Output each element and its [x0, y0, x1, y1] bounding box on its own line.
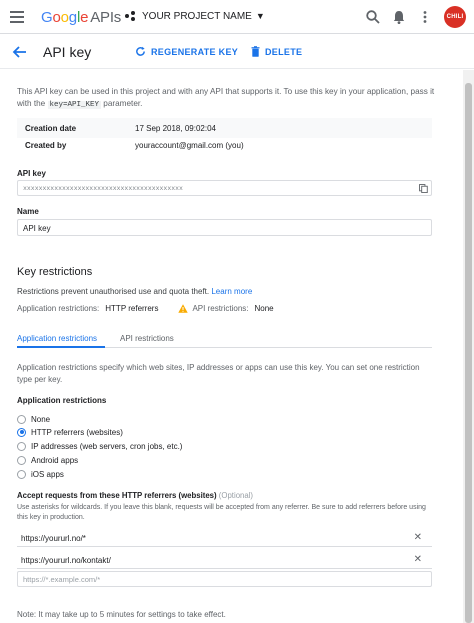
api-key-label: API key — [17, 169, 46, 178]
intro-text-after: parameter. — [101, 99, 143, 108]
copy-icon[interactable] — [419, 184, 428, 193]
radio-circle — [17, 469, 26, 479]
restrictions-description-text: Restrictions prevent unauthorised use an… — [17, 287, 210, 296]
active-tab-indicator — [17, 346, 105, 348]
new-referrer-input[interactable]: https://*.example.com/* — [17, 571, 432, 587]
name-input[interactable]: API key — [17, 219, 432, 236]
remove-icon[interactable]: ✕ — [414, 554, 422, 565]
created-by-value: youraccount@gmail.com (you) — [135, 140, 244, 150]
logo-apis-text: APIs — [90, 9, 122, 26]
created-by-label: Created by — [25, 140, 67, 150]
app-restrictions-description: Application restrictions specify which w… — [17, 363, 420, 384]
refresh-icon — [136, 46, 145, 56]
radio-circle — [17, 414, 26, 424]
tab-api-restrictions[interactable]: API restrictions — [120, 334, 174, 343]
referrer-row[interactable]: https://yoururl.no/kontakt/ ✕ — [17, 551, 432, 569]
notifications-icon[interactable] — [391, 9, 407, 25]
referrer-value: https://yoururl.no/kontakt/ — [21, 556, 111, 565]
project-dots-icon — [125, 11, 135, 21]
creation-date-label: Creation date — [25, 123, 77, 133]
referrer-row[interactable]: https://yoururl.no/* ✕ — [17, 529, 432, 547]
restrictions-tabs: Application restrictions API restriction… — [17, 330, 432, 348]
regenerate-key-label: REGENERATE KEY — [151, 46, 239, 57]
created-by-row: Created by youraccount@gmail.com (you) — [17, 135, 432, 155]
project-selector[interactable]: YOUR PROJECT NAME ▼ — [124, 10, 265, 22]
tab-application-restrictions[interactable]: Application restrictions — [17, 334, 97, 343]
app-restrictions-heading: Application restrictions — [17, 396, 107, 405]
remove-icon[interactable]: ✕ — [414, 532, 422, 543]
intro-code: key=API_KEY — [47, 101, 102, 109]
trash-icon — [251, 46, 260, 57]
top-app-bar: Google APIs YOUR PROJECT NAME ▼ CHILI — [0, 0, 474, 34]
page-toolbar: API key REGENERATE KEY DELETE — [0, 35, 474, 69]
referrers-label-text: Accept requests from these HTTP referrer… — [17, 491, 217, 500]
referrers-optional: (Optional) — [218, 491, 254, 500]
referrers-hint: Use asterisks for wildcards. If you leav… — [17, 504, 426, 521]
learn-more-link[interactable]: Learn more — [211, 287, 252, 296]
api-key-value: xxxxxxxxxxxxxxxxxxxxxxxxxxxxxxxxxxxxxxxx… — [23, 185, 183, 192]
api-restrictions-summary-value: None — [254, 304, 274, 313]
page-title: API key — [43, 44, 92, 60]
regenerate-key-button[interactable]: REGENERATE KEY — [135, 46, 238, 57]
app-restrictions-summary-label: Application restrictions: — [17, 304, 100, 313]
google-apis-logo[interactable]: Google APIs — [41, 9, 121, 26]
warning-icon — [178, 304, 189, 313]
radio-android-apps[interactable]: Android apps — [17, 454, 78, 466]
api-key-field[interactable]: xxxxxxxxxxxxxxxxxxxxxxxxxxxxxxxxxxxxxxxx… — [17, 180, 432, 196]
delete-label: DELETE — [265, 46, 303, 57]
settings-note: Note: It may take up to 5 minutes for se… — [17, 610, 226, 619]
logo-google-text: Google — [41, 9, 89, 26]
key-restrictions-title: Key restrictions — [17, 266, 93, 278]
name-label: Name — [17, 207, 39, 216]
project-name: YOUR PROJECT NAME — [142, 10, 252, 22]
radio-http-referrers[interactable]: HTTP referrers (websites) — [17, 426, 123, 438]
radio-label: iOS apps — [31, 469, 64, 479]
radio-circle-selected — [17, 427, 26, 437]
scrollbar-thumb[interactable] — [465, 83, 472, 623]
radio-label: None — [31, 414, 51, 424]
radio-ip-addresses[interactable]: IP addresses (web servers, cron jobs, et… — [17, 440, 182, 452]
delete-button[interactable]: DELETE — [251, 46, 302, 57]
radio-label: Android apps — [31, 455, 79, 465]
account-avatar[interactable]: CHILI — [444, 6, 466, 28]
radio-circle — [17, 455, 26, 465]
search-icon[interactable] — [365, 9, 381, 25]
creation-date-value: 17 Sep 2018, 09:02:04 — [135, 123, 216, 133]
radio-ios-apps[interactable]: iOS apps — [17, 468, 64, 480]
api-restrictions-summary-label: API restrictions: — [192, 304, 249, 313]
referrer-value: https://yoururl.no/* — [21, 534, 86, 543]
radio-label: IP addresses (web servers, cron jobs, et… — [31, 441, 183, 451]
restrictions-summary: Application restrictions: HTTP referrers… — [17, 304, 274, 313]
radio-none[interactable]: None — [17, 413, 50, 425]
app-restrictions-summary-value: HTTP referrers — [105, 304, 159, 313]
back-arrow-icon[interactable] — [11, 45, 27, 59]
restrictions-description: Restrictions prevent unauthorised use an… — [17, 287, 252, 296]
radio-circle — [17, 441, 26, 451]
more-vert-icon[interactable] — [417, 9, 433, 25]
intro-text: This API key can be used in this project… — [17, 86, 437, 111]
caret-down-icon: ▼ — [255, 11, 265, 21]
referrers-label: Accept requests from these HTTP referrer… — [17, 491, 253, 500]
radio-label: HTTP referrers (websites) — [31, 427, 123, 437]
menu-icon[interactable] — [10, 11, 24, 23]
